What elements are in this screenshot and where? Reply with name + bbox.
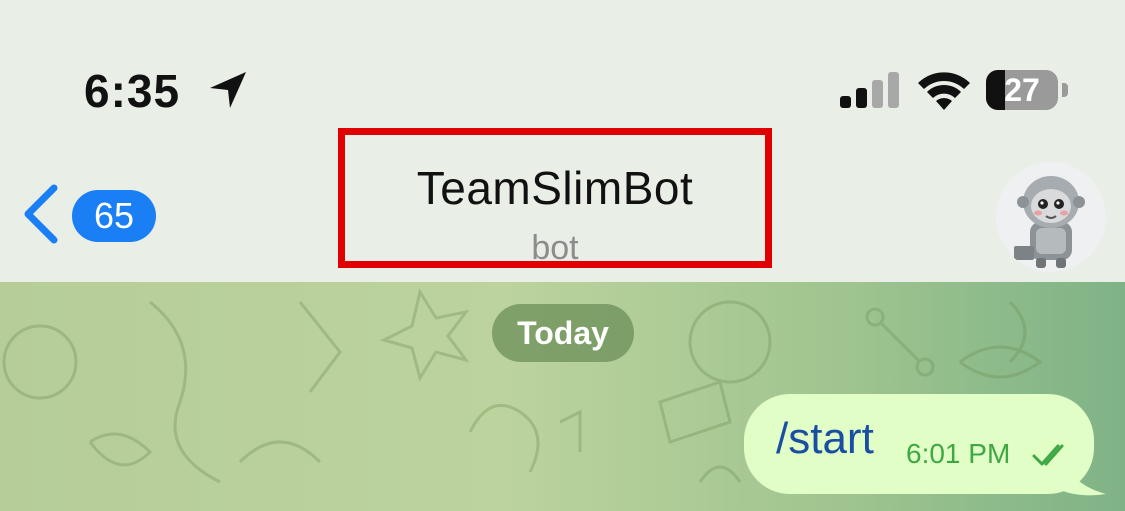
message-text: /start [776, 414, 874, 463]
chat-area[interactable]: Today /start 6:01 PM [0, 282, 1125, 511]
date-separator: Today [492, 304, 634, 362]
wifi-icon [918, 72, 970, 110]
status-bar: 6:35 27 [0, 0, 1125, 130]
unread-count-badge: 65 [72, 190, 156, 242]
back-button[interactable]: 65 [20, 178, 160, 248]
status-time: 6:35 [84, 65, 181, 117]
battery-icon: 27 [986, 70, 1068, 110]
message-time: 6:01 PM [906, 438, 1011, 469]
battery-level: 27 [1004, 72, 1040, 108]
bot-avatar[interactable] [996, 162, 1106, 272]
robot-avatar-icon [996, 162, 1106, 272]
chat-subtitle: bot [531, 229, 579, 267]
chat-header: 65 TeamSlimBot bot [0, 128, 1125, 282]
bubble-tail [1060, 450, 1106, 496]
cellular-signal-icon [840, 72, 899, 108]
location-arrow-icon [210, 72, 246, 108]
outgoing-message-bubble[interactable]: /start 6:01 PM [744, 394, 1094, 494]
chat-title: TeamSlimBot [416, 162, 694, 214]
back-chevron-icon [24, 184, 58, 244]
chat-title-area[interactable]: TeamSlimBot bot [338, 128, 772, 268]
